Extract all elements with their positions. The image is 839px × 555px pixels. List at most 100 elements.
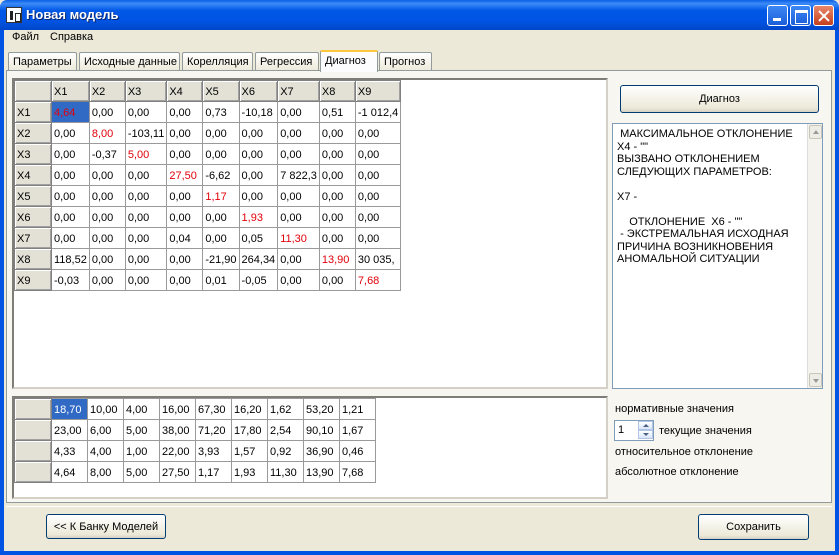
grid-cell[interactable]: 0,00	[51, 185, 90, 207]
grid-cell[interactable]: 0,00	[88, 206, 126, 228]
save-button[interactable]: Сохранить	[698, 514, 809, 540]
grid-cell[interactable]: 0,00	[354, 227, 402, 249]
grid-cell[interactable]: 3,93	[195, 440, 232, 462]
grid-cell[interactable]: 0,00	[51, 206, 90, 228]
column-header[interactable]: X7	[277, 80, 320, 102]
grid-cell[interactable]: -1 012,4	[354, 101, 402, 123]
grid-cell[interactable]: 118,52	[51, 248, 90, 270]
grid-cell[interactable]: 1,62	[267, 398, 304, 420]
grid-cell[interactable]: 4,33	[51, 440, 88, 462]
back-to-model-bank-button[interactable]: << К Банку Моделей	[46, 514, 166, 539]
grid-cell[interactable]: 0,00	[51, 122, 90, 144]
row-header[interactable]: X2	[14, 122, 52, 144]
grid-cell[interactable]: 4,64	[51, 101, 90, 123]
grid-cell[interactable]: 0,00	[238, 122, 279, 144]
grid-cell[interactable]: 0,00	[277, 143, 320, 165]
grid-cell[interactable]: 7 822,3	[277, 164, 320, 186]
column-header[interactable]: X3	[124, 80, 168, 102]
grid-cell[interactable]: 4,64	[51, 461, 88, 483]
grid-cell[interactable]: 1,17	[195, 461, 232, 483]
grid-cell[interactable]: 0,00	[277, 206, 320, 228]
menu-file[interactable]: Файл	[12, 31, 39, 43]
grid-cell[interactable]: 0,00	[88, 269, 126, 291]
grid-cell[interactable]: 0,00	[124, 101, 168, 123]
grid-cell[interactable]: 11,30	[277, 227, 320, 249]
grid-cell[interactable]: 7,68	[354, 269, 402, 291]
memo-scrollbar[interactable]	[807, 124, 822, 388]
row-spinner[interactable]: 1	[614, 420, 654, 441]
grid-cell[interactable]: 0,00	[124, 185, 168, 207]
grid-cell[interactable]: 8,00	[87, 461, 124, 483]
grid-cell[interactable]: 16,20	[231, 398, 268, 420]
grid-cell[interactable]: 264,34	[238, 248, 279, 270]
scroll-up-icon[interactable]	[809, 125, 822, 139]
grid-cell[interactable]: 22,00	[159, 440, 196, 462]
row-header[interactable]: X1	[14, 101, 52, 123]
grid-cell[interactable]: 0,00	[354, 206, 402, 228]
column-header[interactable]: X9	[354, 80, 402, 102]
grid-cell[interactable]: 0,00	[166, 143, 204, 165]
row-header[interactable]: X7	[14, 227, 52, 249]
grid-cell[interactable]: 0,46	[339, 440, 376, 462]
column-header[interactable]: X6	[238, 80, 279, 102]
grid-cell[interactable]: 0,05	[238, 227, 279, 249]
column-header[interactable]: X8	[318, 80, 356, 102]
grid-cell[interactable]: 0,00	[318, 143, 356, 165]
row-header[interactable]: X4	[14, 164, 52, 186]
grid-cell[interactable]: 0,00	[318, 227, 356, 249]
grid-cell[interactable]: 0,92	[267, 440, 304, 462]
grid-cell[interactable]: 0,73	[202, 101, 240, 123]
grid-cell[interactable]: 13,90	[303, 461, 340, 483]
grid-cell[interactable]: -21,90	[202, 248, 240, 270]
grid-cell[interactable]: 0,00	[277, 185, 320, 207]
row-header[interactable]	[14, 461, 52, 483]
grid-cell[interactable]: 0,00	[166, 101, 204, 123]
grid-cell[interactable]: 0,00	[166, 248, 204, 270]
column-header[interactable]: X1	[51, 80, 90, 102]
grid-cell[interactable]: 0,00	[277, 269, 320, 291]
grid-cell[interactable]: 27,50	[159, 461, 196, 483]
grid-cell[interactable]: 4,00	[87, 440, 124, 462]
grid-cell[interactable]: 0,00	[51, 227, 90, 249]
grid-cell[interactable]: 0,00	[88, 101, 126, 123]
grid-cell[interactable]: 0,00	[166, 269, 204, 291]
grid-cell[interactable]: 1,17	[202, 185, 240, 207]
grid-cell[interactable]: 0,00	[238, 164, 279, 186]
grid-cell[interactable]: 2,54	[267, 419, 304, 441]
row-header[interactable]: X6	[14, 206, 52, 228]
spin-up-icon[interactable]	[638, 421, 653, 430]
grid-cell[interactable]: 0,00	[318, 206, 356, 228]
grid-cell[interactable]: 38,00	[159, 419, 196, 441]
column-header[interactable]: X4	[166, 80, 204, 102]
grid-cell[interactable]: 0,00	[318, 164, 356, 186]
grid-cell[interactable]: 13,90	[318, 248, 356, 270]
grid-cell[interactable]: -10,18	[238, 101, 279, 123]
grid-cell[interactable]: 0,00	[166, 122, 204, 144]
grid-cell[interactable]: 1,21	[339, 398, 376, 420]
grid-cell[interactable]: -0,05	[238, 269, 279, 291]
grid-cell[interactable]: 36,90	[303, 440, 340, 462]
grid-cell[interactable]: 53,20	[303, 398, 340, 420]
grid-cell[interactable]: 67,30	[195, 398, 232, 420]
title-bar[interactable]: Новая модель	[0, 0, 839, 30]
grid-cell[interactable]: 4,00	[123, 398, 160, 420]
grid-cell[interactable]: 0,00	[354, 185, 402, 207]
grid-cell[interactable]: 0,00	[124, 269, 168, 291]
grid-cell[interactable]: 27,50	[166, 164, 204, 186]
grid-cell[interactable]: 11,30	[267, 461, 304, 483]
grid-cell[interactable]: 8,00	[88, 122, 126, 144]
grid-cell[interactable]: 1,93	[238, 206, 279, 228]
grid-cell[interactable]: 0,00	[277, 101, 320, 123]
grid-cell[interactable]: 0,00	[124, 248, 168, 270]
grid-cell[interactable]: 0,00	[51, 164, 90, 186]
row-header[interactable]: X5	[14, 185, 52, 207]
grid-cell[interactable]: 0,00	[88, 185, 126, 207]
close-button[interactable]	[813, 5, 834, 26]
maximize-button[interactable]	[790, 5, 811, 26]
grid-cell[interactable]: 90,10	[303, 419, 340, 441]
grid-cell[interactable]: 0,00	[124, 164, 168, 186]
row-header[interactable]: X3	[14, 143, 52, 165]
grid-cell[interactable]: 17,80	[231, 419, 268, 441]
diagnosis-result-memo[interactable]: Максимальное отклонение X4 - "" вызвано …	[612, 123, 823, 389]
grid-cell[interactable]: 1,67	[339, 419, 376, 441]
